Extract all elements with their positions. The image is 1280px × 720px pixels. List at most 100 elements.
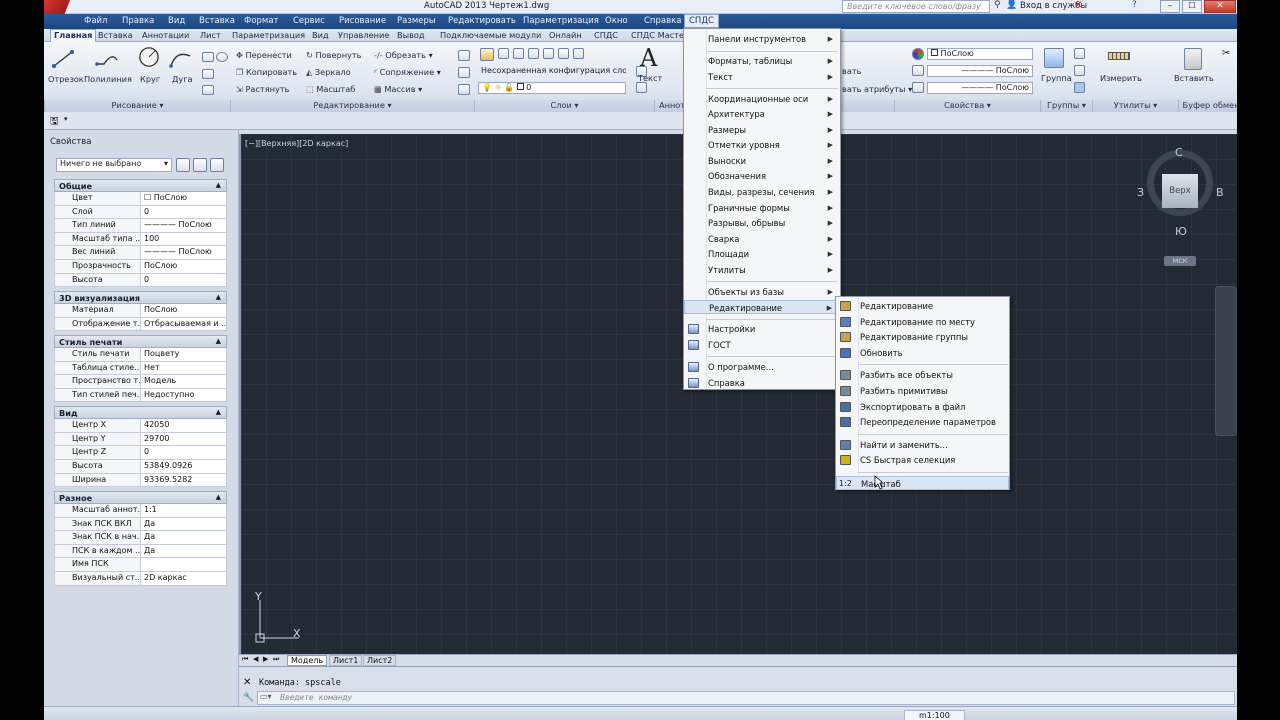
insert-block-label[interactable]: вать: [842, 66, 861, 76]
menu-5[interactable]: Сервис: [289, 15, 329, 27]
region-icon[interactable]: [202, 85, 214, 95]
edit-submenu-item[interactable]: Разбить примитивы: [836, 384, 1009, 398]
property-row[interactable]: Знак ПСК в нач... Да: [54, 531, 227, 545]
utilities-panel-title[interactable]: Утилиты ▾: [1092, 100, 1178, 112]
property-row[interactable]: ПСК в каждом ... Да: [54, 544, 227, 559]
property-row[interactable]: Прозрачность ПоСлою: [54, 260, 227, 274]
tab-6[interactable]: Управление: [336, 30, 391, 40]
property-value[interactable]: 0: [142, 206, 226, 216]
group-label[interactable]: Группа: [1041, 73, 1072, 83]
spds-menu-item[interactable]: Справка: [684, 376, 840, 390]
save-icon[interactable]: 🖫: [50, 114, 59, 131]
next-layout-icon[interactable]: ▶: [263, 655, 268, 663]
spds-menu-item[interactable]: Обозначения ▶: [684, 169, 840, 183]
lineweight-icon[interactable]: [912, 82, 924, 93]
property-row[interactable]: Пространство т... Модель: [54, 375, 227, 389]
layer-state-icon-2[interactable]: [513, 48, 524, 59]
property-row[interactable]: Материал ПоСлою: [54, 304, 227, 318]
stretch-button[interactable]: ⇲ Растянуть: [236, 84, 289, 94]
spds-menu-item[interactable]: Настройки: [684, 322, 840, 336]
property-row[interactable]: Визуальный ст... 2D каркас: [54, 572, 227, 586]
layer-iso-icon[interactable]: [636, 82, 647, 93]
property-row[interactable]: Отображение т... Отбрасываемая и ...: [54, 317, 227, 332]
edit-submenu-item[interactable]: Экспортировать в файл: [836, 400, 1009, 414]
spds-menu-item[interactable]: Панели инструментов ▶: [684, 32, 840, 46]
lineweight-combo[interactable]: ———— ПоСлою: [927, 82, 1033, 94]
arc-label[interactable]: Дуга: [172, 74, 193, 84]
property-row[interactable]: Имя ПСК: [54, 558, 227, 572]
minimize-button[interactable]: –: [1160, 0, 1180, 13]
arc-icon[interactable]: [168, 48, 194, 70]
cut-icon[interactable]: ✂: [1222, 48, 1230, 59]
collapse-icon[interactable]: ▲: [216, 337, 221, 345]
annotation-scale[interactable]: m1:100: [904, 710, 965, 720]
prev-layout-icon[interactable]: ◀: [253, 655, 258, 663]
maximize-button[interactable]: ☐: [1182, 0, 1202, 13]
property-value[interactable]: 29700: [142, 433, 226, 443]
property-value[interactable]: ———— ПоСлою: [142, 246, 226, 256]
property-row[interactable]: Высота 0: [54, 273, 227, 288]
modify-panel-title[interactable]: Редактирование ▾: [230, 100, 474, 112]
property-value[interactable]: 1:1: [142, 504, 226, 514]
layer-state-icon-4[interactable]: [543, 48, 554, 59]
rotate-button[interactable]: ↻ Повернуть: [306, 50, 362, 60]
property-value[interactable]: Да: [142, 531, 226, 541]
property-value[interactable]: Нет: [142, 362, 226, 372]
select-objects-icon[interactable]: [193, 158, 207, 172]
layer-state-icon-3[interactable]: [528, 48, 539, 59]
edit-submenu-item[interactable]: Разбить все объекты: [836, 368, 1009, 382]
tab-5[interactable]: Вид: [310, 30, 331, 40]
properties-panel-title[interactable]: Свойства ▾: [894, 100, 1040, 112]
match-properties-icon[interactable]: [912, 48, 924, 60]
compass-south[interactable]: Ю: [1175, 225, 1187, 238]
property-value[interactable]: 2D каркас: [142, 572, 226, 582]
array-button[interactable]: ▦ Массив ▾: [374, 84, 422, 94]
spds-menu-item[interactable]: Координационные оси ▶: [684, 92, 840, 106]
line-label[interactable]: Отрезок: [48, 74, 84, 84]
last-layout-icon[interactable]: ⏭: [273, 655, 279, 664]
offset-icon[interactable]: [458, 84, 470, 95]
menu-8[interactable]: Редактировать: [444, 15, 520, 27]
compass-north[interactable]: С: [1175, 146, 1183, 159]
tab-10[interactable]: СПДС: [592, 30, 620, 40]
tab-9[interactable]: Онлайн: [547, 30, 584, 40]
property-value[interactable]: Поцвету: [142, 348, 226, 358]
copy-button[interactable]: ❐ Копировать: [236, 67, 297, 77]
layer-state-icon-5[interactable]: [558, 48, 569, 59]
edit-submenu-item[interactable]: Обновить: [836, 346, 1009, 360]
hatch-icon[interactable]: [202, 69, 214, 79]
property-value[interactable]: 42050: [142, 419, 226, 429]
tab-11[interactable]: СПДС Мастер: [629, 30, 691, 40]
collapse-icon[interactable]: ▲: [216, 408, 221, 416]
layer-state-icon-6[interactable]: [573, 48, 584, 59]
tab-8[interactable]: Подключаемые модули: [438, 30, 543, 40]
groups-panel-title[interactable]: Группы ▾: [1040, 100, 1092, 112]
measure-label[interactable]: Измерить: [1100, 73, 1142, 83]
menu-1[interactable]: Правка: [118, 15, 158, 27]
property-value[interactable]: Да: [142, 545, 226, 555]
layer-state-icon-1[interactable]: [498, 48, 509, 59]
edit-submenu-item[interactable]: Редактирование группы: [836, 330, 1009, 344]
wcs-menu[interactable]: МСК: [1164, 256, 1196, 266]
property-row[interactable]: Масштаб аннот... 1:1: [54, 504, 227, 518]
search-input[interactable]: Введите ключевое слово/фразу: [842, 0, 990, 13]
navigation-bar[interactable]: [1215, 286, 1237, 436]
text-icon[interactable]: A: [640, 44, 657, 72]
polyline-label[interactable]: Полилиния: [84, 74, 132, 84]
color-combo[interactable]: ПоСлою: [927, 48, 1033, 60]
property-row[interactable]: Центр Z0: [54, 446, 227, 460]
property-value[interactable]: 93369.5282: [142, 474, 226, 484]
exchange-icon[interactable]: ✕: [1074, 0, 1082, 11]
menu-3[interactable]: Вставка: [195, 15, 239, 27]
menu-7[interactable]: Размеры: [393, 15, 440, 27]
tab-model[interactable]: Модель: [287, 655, 328, 666]
ellipse-icon[interactable]: [216, 52, 228, 62]
compass-west[interactable]: З: [1137, 186, 1144, 199]
property-value[interactable]: ПоСлою: [142, 260, 226, 270]
layer-properties-icon[interactable]: [480, 48, 494, 61]
menu-2[interactable]: Вид: [164, 15, 189, 27]
spds-menu-item[interactable]: Разрывы, обрывы ▶: [684, 216, 840, 230]
property-value[interactable]: Модель: [142, 375, 226, 385]
spds-menu-item[interactable]: ГОСТ: [684, 338, 840, 352]
property-row[interactable]: Высота 53849.0926: [54, 460, 227, 474]
